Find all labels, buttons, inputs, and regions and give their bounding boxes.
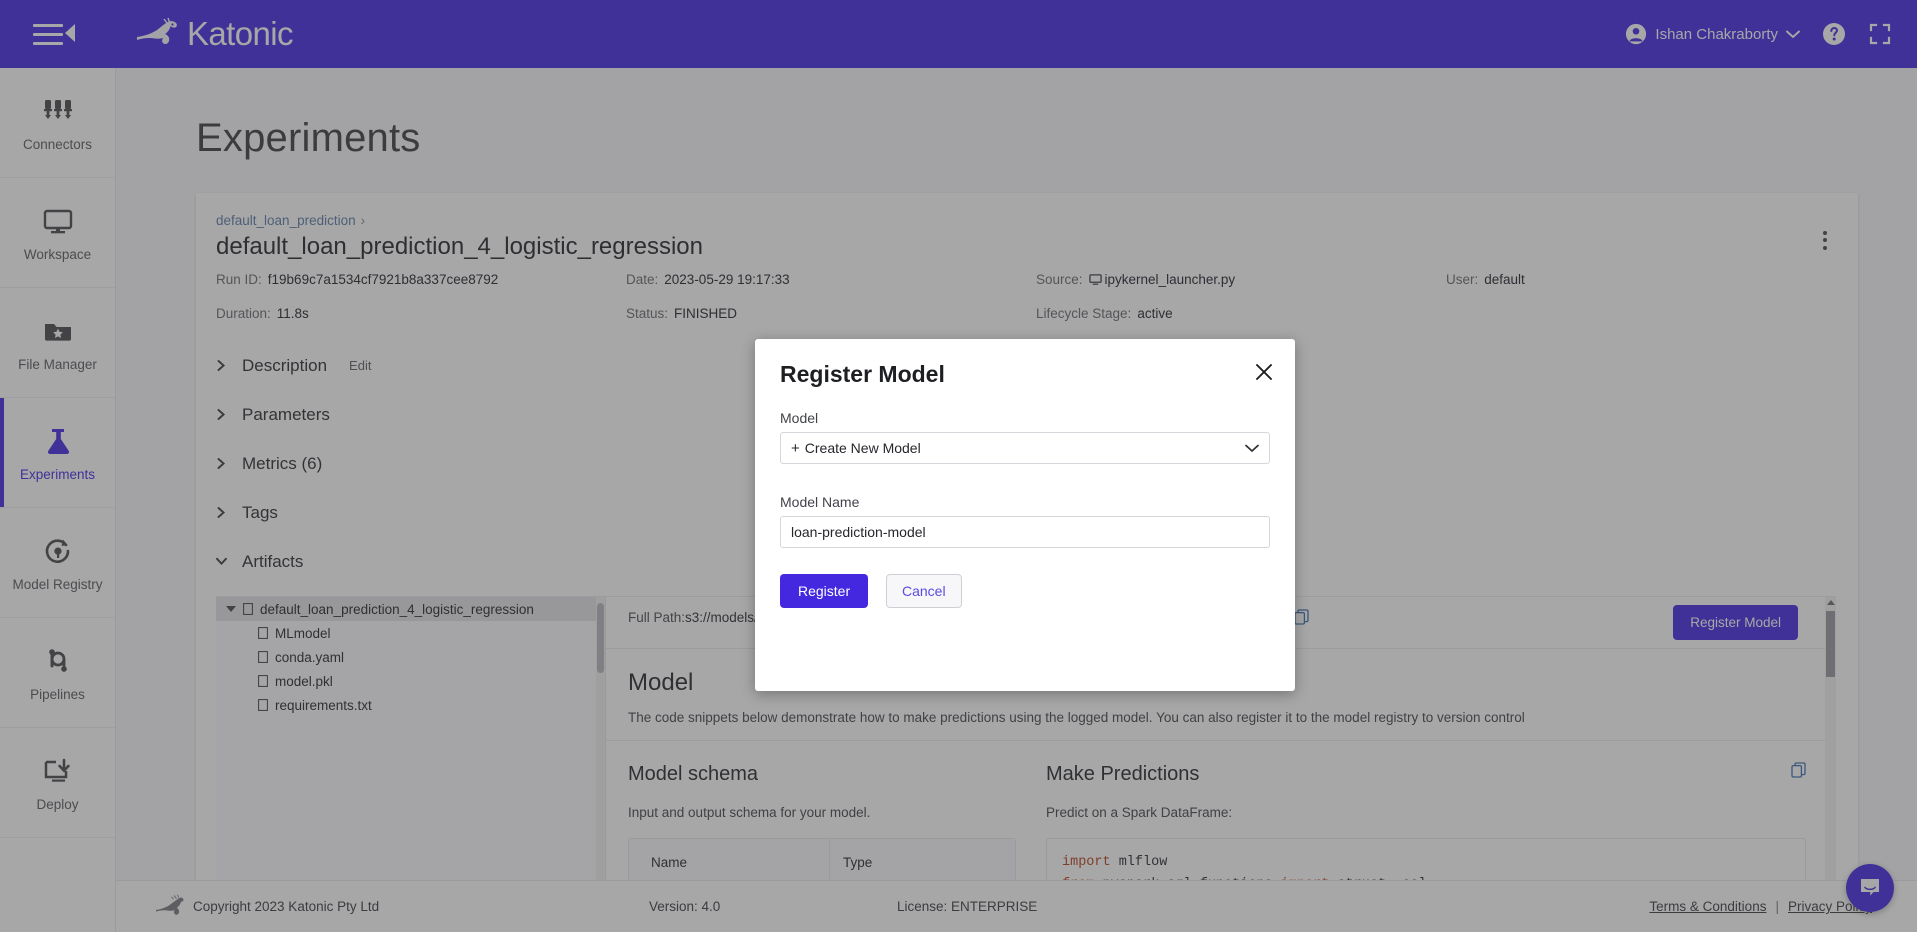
model-select[interactable]: + Create New Model bbox=[780, 432, 1270, 464]
plus-icon: + bbox=[791, 439, 800, 457]
chevron-down-icon bbox=[1245, 444, 1259, 452]
register-button[interactable]: Register bbox=[780, 574, 869, 608]
cancel-button[interactable]: Cancel bbox=[886, 574, 962, 608]
model-select-value: Create New Model bbox=[804, 440, 921, 456]
dialog-title: Register Model bbox=[780, 361, 945, 387]
close-icon[interactable] bbox=[1255, 363, 1273, 381]
register-model-dialog: Register Model Model + Create New Model … bbox=[755, 339, 1295, 691]
model-name-field-label: Model Name bbox=[780, 494, 860, 510]
model-name-input[interactable] bbox=[780, 516, 1270, 548]
model-field-label: Model bbox=[780, 410, 819, 426]
